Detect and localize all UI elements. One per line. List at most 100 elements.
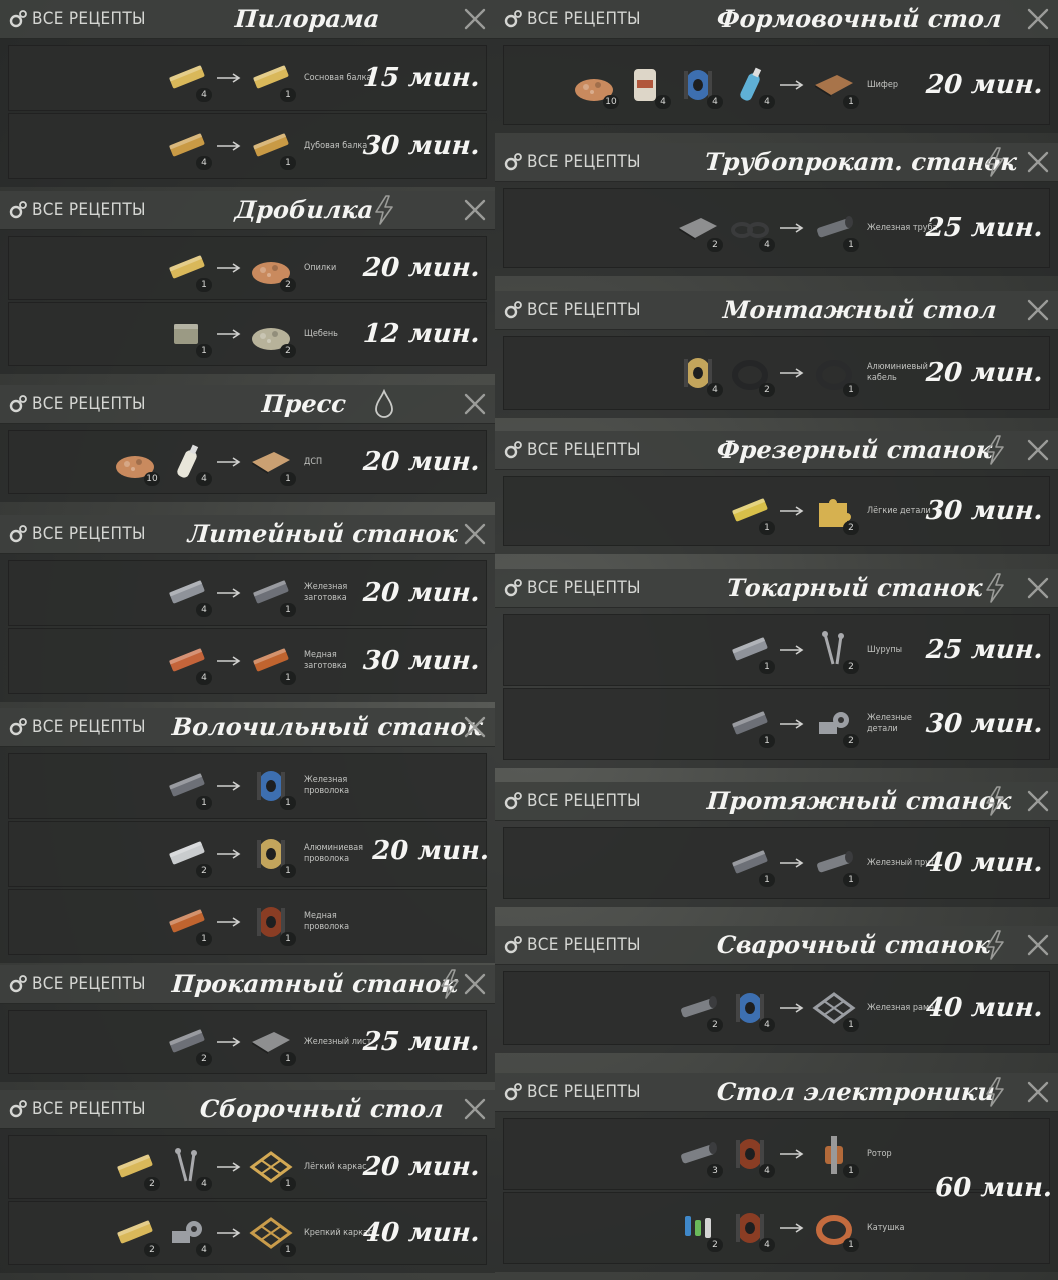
all-recipes-label[interactable]: ВСЕ РЕЦЕПТЫ <box>32 524 146 544</box>
close-icon[interactable] <box>463 392 487 416</box>
recipe-row[interactable]: 2 1 Железный лист 25 мин. <box>8 1010 487 1074</box>
iron-wire-icon: 1 <box>248 764 296 810</box>
all-recipes-label[interactable]: ВСЕ РЕЦЕПТЫ <box>527 440 641 460</box>
panel-body: 10 4 4 4 1 Шифер 20 мин. <box>495 39 1058 133</box>
iron-parts-icon: 2 <box>811 702 859 748</box>
all-recipes-label[interactable]: ВСЕ РЕЦЕПТЫ <box>32 9 146 29</box>
gear-icon <box>504 936 522 954</box>
close-icon[interactable] <box>1026 7 1050 31</box>
close-icon[interactable] <box>1026 298 1050 322</box>
all-recipes-button[interactable]: ВСЕ РЕЦЕПТЫ <box>503 782 641 820</box>
recipe-row[interactable]: 4 1 Железная заготовка 20 мин. <box>8 560 487 626</box>
all-recipes-button[interactable]: ВСЕ РЕЦЕПТЫ <box>503 926 641 964</box>
recipe-row[interactable]: 1 2 Лёгкие детали 30 мин. <box>503 476 1050 546</box>
all-recipes-label[interactable]: ВСЕ РЕЦЕПТЫ <box>527 1082 641 1102</box>
all-recipes-button[interactable]: ВСЕ РЕЦЕПТЫ <box>8 708 146 746</box>
item-quantity: 2 <box>843 521 859 535</box>
panel-body: 10 4 1 ДСП 20 мин. <box>0 424 495 502</box>
recipe-row[interactable]: 2 4 1 Крепкий каркас 40 мин. <box>8 1201 487 1265</box>
panel-body: 1 2 Шурупы 25 мин. 1 2 Железные детали 3… <box>495 608 1058 768</box>
recipe-panel: ВСЕ РЕЦЕПТЫ Волочильный станок 1 1 Желез… <box>0 708 495 963</box>
all-recipes-button[interactable]: ВСЕ РЕЦЕПТЫ <box>503 431 641 469</box>
recipe-row[interactable]: 10 4 4 4 1 Шифер 20 мин. <box>503 45 1050 125</box>
item-quantity: 4 <box>759 1018 775 1032</box>
recipe-time: 30 мин. <box>362 131 482 161</box>
recipe-row[interactable]: 1 2 Шурупы 25 мин. <box>503 614 1050 686</box>
recipe-row[interactable]: 4 1 Медная заготовка 30 мин. <box>8 628 487 694</box>
all-recipes-button[interactable]: ВСЕ РЕЦЕПТЫ <box>8 1090 146 1128</box>
all-recipes-label[interactable]: ВСЕ РЕЦЕПТЫ <box>32 200 146 220</box>
panel-body: 2 4 1 Железная труба 25 мин. <box>495 182 1058 276</box>
item-quantity: 1 <box>280 1243 296 1257</box>
all-recipes-label[interactable]: ВСЕ РЕЦЕПТЫ <box>527 791 641 811</box>
recipe-row[interactable]: 1 1 Железный прут 40 мин. <box>503 827 1050 899</box>
all-recipes-button[interactable]: ВСЕ РЕЦЕПТЫ <box>503 291 641 329</box>
product-name: Медная проволока <box>304 911 350 932</box>
item-quantity: 2 <box>707 1238 723 1252</box>
recipe-row[interactable]: 4 1 Дубовая балка 30 мин. <box>8 113 487 179</box>
recipe-chain: 4 2 1 Алюминиевый кабель <box>675 351 939 397</box>
product-name: Алюминиевая проволока <box>304 843 364 864</box>
recipe-row[interactable]: 2 4 1 Железная труба 25 мин. <box>503 188 1050 268</box>
close-icon[interactable] <box>463 972 487 996</box>
all-recipes-button[interactable]: ВСЕ РЕЦЕПТЫ <box>8 191 146 229</box>
recipe-row[interactable]: 1 1 Железная проволока <box>8 753 487 819</box>
power-icon <box>983 786 1007 816</box>
all-recipes-button[interactable]: ВСЕ РЕЦЕПТЫ <box>503 143 641 181</box>
all-recipes-button[interactable]: ВСЕ РЕЦЕПТЫ <box>8 965 146 1003</box>
close-icon[interactable] <box>1026 150 1050 174</box>
recipe-row[interactable]: 4 1 Сосновая балка 15 мин. <box>8 45 487 111</box>
all-recipes-label[interactable]: ВСЕ РЕЦЕПТЫ <box>527 152 641 172</box>
all-recipes-label[interactable]: ВСЕ РЕЦЕПТЫ <box>527 935 641 955</box>
recipe-row[interactable]: 1 2 Щебень 12 мин. <box>8 302 487 366</box>
close-icon[interactable] <box>463 7 487 31</box>
sawdust-icon: 2 <box>248 246 296 292</box>
close-icon[interactable] <box>463 198 487 222</box>
recipe-row[interactable]: 1 2 Железные детали 30 мин. <box>503 688 1050 760</box>
all-recipes-label[interactable]: ВСЕ РЕЦЕПТЫ <box>527 300 641 320</box>
all-recipes-button[interactable]: ВСЕ РЕЦЕПТЫ <box>8 385 146 423</box>
recipe-row[interactable]: 1 2 Опилки 20 мин. <box>8 236 487 300</box>
close-icon[interactable] <box>463 1097 487 1121</box>
close-icon[interactable] <box>463 522 487 546</box>
all-recipes-button[interactable]: ВСЕ РЕЦЕПТЫ <box>503 569 641 607</box>
all-recipes-label[interactable]: ВСЕ РЕЦЕПТЫ <box>32 974 146 994</box>
all-recipes-label[interactable]: ВСЕ РЕЦЕПТЫ <box>527 578 641 598</box>
workbench-title: Дробилка <box>233 195 375 224</box>
close-icon[interactable] <box>1026 933 1050 957</box>
sawdust-icon: 10 <box>571 63 619 109</box>
recipe-row[interactable]: 2 4 1 Железная рама 40 мин. <box>503 971 1050 1045</box>
close-icon[interactable] <box>1026 1080 1050 1104</box>
recipe-row[interactable]: 10 4 1 ДСП 20 мин. <box>8 430 487 494</box>
all-recipes-button[interactable]: ВСЕ РЕЦЕПТЫ <box>8 0 146 38</box>
recipe-row[interactable]: 2 4 1 Лёгкий каркас 20 мин. <box>8 1135 487 1199</box>
close-icon[interactable] <box>463 715 487 739</box>
close-icon[interactable] <box>1026 576 1050 600</box>
sawdust-icon: 10 <box>112 440 160 486</box>
all-recipes-label[interactable]: ВСЕ РЕЦЕПТЫ <box>527 9 641 29</box>
item-quantity: 4 <box>196 472 212 486</box>
gear-icon <box>504 1083 522 1101</box>
close-icon[interactable] <box>1026 789 1050 813</box>
recipe-row[interactable]: 4 2 1 Алюминиевый кабель 20 мин. <box>503 336 1050 410</box>
all-recipes-label[interactable]: ВСЕ РЕЦЕПТЫ <box>32 394 146 414</box>
aluminium-cable-icon: 1 <box>811 351 859 397</box>
panel-header: ВСЕ РЕЦЕПТЫ Стол электроники <box>495 1073 1058 1112</box>
recipe-row[interactable]: 1 1 Медная проволока <box>8 889 487 955</box>
item-quantity: 2 <box>144 1243 160 1257</box>
all-recipes-button[interactable]: ВСЕ РЕЦЕПТЫ <box>503 0 641 38</box>
panel-header: ВСЕ РЕЦЕПТЫ Литейный станок <box>0 515 495 554</box>
panel-body: 2 4 1 Лёгкий каркас 20 мин. 2 4 1 Крепки… <box>0 1129 495 1273</box>
recipe-time: 30 мин. <box>362 646 482 676</box>
all-recipes-button[interactable]: ВСЕ РЕЦЕПТЫ <box>503 1073 641 1111</box>
all-recipes-button[interactable]: ВСЕ РЕЦЕПТЫ <box>8 515 146 553</box>
panel-body: 2 1 Железный лист 25 мин. <box>0 1004 495 1082</box>
power-icon <box>983 1077 1007 1107</box>
item-quantity: 2 <box>196 1052 212 1066</box>
all-recipes-label[interactable]: ВСЕ РЕЦЕПТЫ <box>32 717 146 737</box>
recipe-panel: ВСЕ РЕЦЕПТЫ Сварочный станок 2 4 1 Желез… <box>495 926 1058 1053</box>
close-icon[interactable] <box>1026 438 1050 462</box>
arrow-icon <box>217 457 241 467</box>
all-recipes-label[interactable]: ВСЕ РЕЦЕПТЫ <box>32 1099 146 1119</box>
panel-body: 1 1 Железный прут 40 мин. <box>495 821 1058 907</box>
